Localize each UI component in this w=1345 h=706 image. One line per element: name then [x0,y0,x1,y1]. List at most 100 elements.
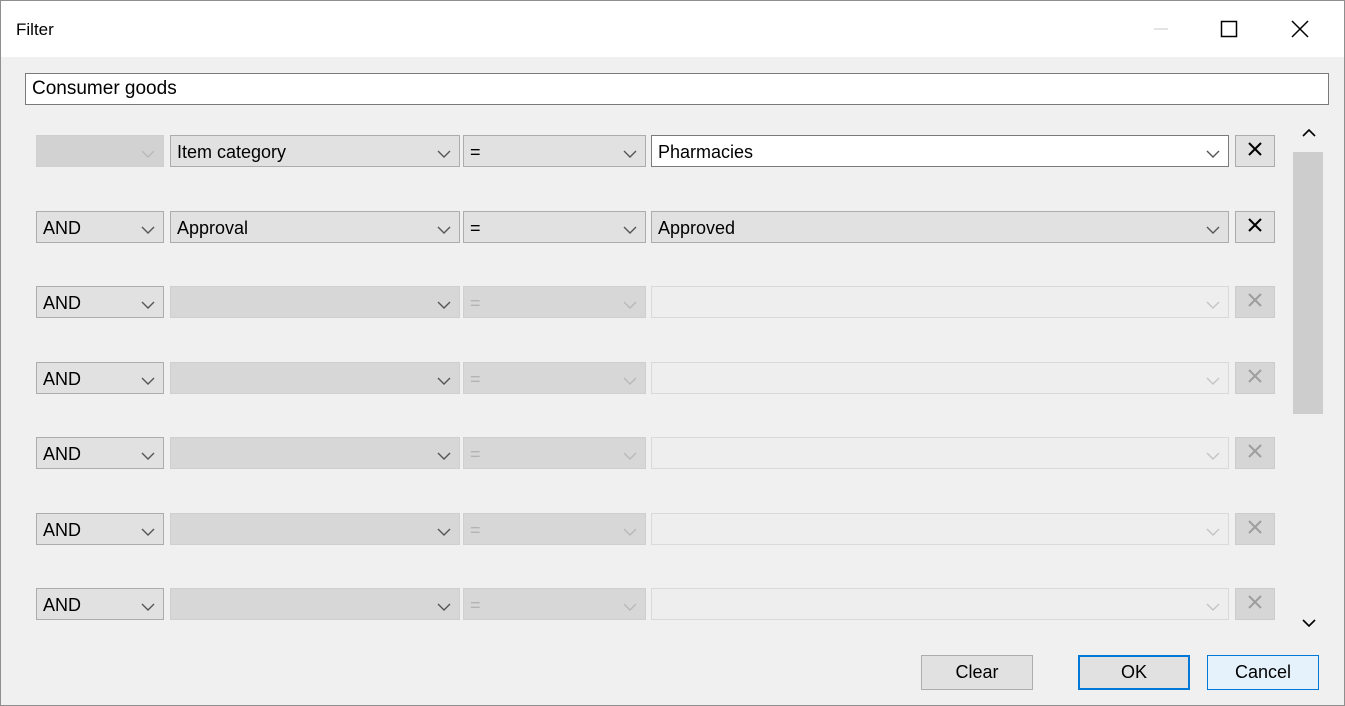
delete-x-icon [1247,368,1263,389]
row-delete-button [1235,513,1275,545]
delete-x-icon [1247,594,1263,615]
operator-value: = [470,293,481,313]
vertical-scrollbar[interactable] [1289,118,1329,638]
row-logic-select[interactable]: AND [36,362,164,394]
chevron-down-icon [437,373,451,391]
row-field-select[interactable] [170,362,460,394]
row-value-select [651,513,1229,545]
row-delete-button [1235,588,1275,620]
chevron-down-icon [623,146,637,164]
chevron-down-icon [1206,524,1220,542]
row-delete-button [1235,286,1275,318]
chevron-down-icon [141,222,155,240]
filter-name-input[interactable] [25,73,1329,105]
row-value-select [651,588,1229,620]
chevron-down-icon [437,599,451,617]
minimize-button [1132,1,1190,57]
row-field-select[interactable] [170,588,460,620]
delete-x-icon [1247,141,1263,162]
chevron-down-icon [437,524,451,542]
close-icon [1291,20,1309,38]
value-text: Approved [658,218,736,238]
field-value: Approval [177,218,249,238]
logic-value: AND [43,293,82,313]
scroll-up-button[interactable] [1289,118,1329,148]
operator-value: = [470,218,481,238]
row-value-select[interactable]: Approved [651,211,1229,243]
row-field-select[interactable] [170,286,460,318]
row-operator-select: = [463,588,646,620]
chevron-down-icon [437,146,451,164]
field-value: Item category [177,142,287,162]
maximize-icon [1220,20,1238,38]
chevron-down-icon [141,373,155,391]
chevron-down-icon [437,448,451,466]
logic-value: AND [43,218,82,238]
chevron-down-icon [623,524,637,542]
row-logic-select[interactable]: AND [36,588,164,620]
logic-value: AND [43,369,82,389]
row-delete-button [1235,362,1275,394]
maximize-button[interactable] [1200,1,1258,57]
chevron-down-icon [1206,448,1220,466]
row-logic-select[interactable]: AND [36,286,164,318]
scroll-thumb[interactable] [1293,152,1323,414]
chevron-down-icon [1302,619,1316,628]
row-delete-button [1235,437,1275,469]
chevron-down-icon [623,222,637,240]
chevron-down-icon [623,297,637,315]
row-value-select[interactable]: Pharmacies [651,135,1229,167]
row-field-select[interactable] [170,437,460,469]
chevron-down-icon [141,146,155,164]
row-operator-select: = [463,513,646,545]
scroll-down-button[interactable] [1289,608,1329,638]
delete-x-icon [1247,217,1263,238]
logic-value: AND [43,595,82,615]
row-field-select[interactable]: Item category [170,135,460,167]
row-delete-button[interactable] [1235,135,1275,167]
row-logic-select [36,135,164,167]
chevron-down-icon [141,524,155,542]
chevron-down-icon [141,297,155,315]
close-button[interactable] [1271,1,1329,57]
chevron-down-icon [141,448,155,466]
logic-value: AND [43,520,82,540]
minimize-icon [1154,28,1168,30]
window-title: Filter [16,20,54,39]
chevron-down-icon [623,373,637,391]
row-delete-button[interactable] [1235,211,1275,243]
row-field-select[interactable] [170,513,460,545]
row-operator-select[interactable]: = [463,211,646,243]
chevron-down-icon [1206,222,1220,240]
row-operator-select: = [463,437,646,469]
chevron-down-icon [623,448,637,466]
chevron-up-icon [1302,128,1316,137]
cancel-button[interactable]: Cancel [1207,655,1319,690]
title-bar: Filter [1,1,1344,57]
row-field-select[interactable]: Approval [170,211,460,243]
operator-value: = [470,142,481,162]
chevron-down-icon [141,599,155,617]
chevron-down-icon [623,599,637,617]
chevron-down-icon [1206,373,1220,391]
filter-dialog: Filter Item category = Pharmacies AND Approv… [0,0,1345,706]
row-logic-select[interactable]: AND [36,513,164,545]
row-value-select [651,437,1229,469]
delete-x-icon [1247,292,1263,313]
row-value-select [651,286,1229,318]
row-operator-select: = [463,286,646,318]
clear-button[interactable]: Clear [921,655,1033,690]
ok-button[interactable]: OK [1078,655,1190,690]
chevron-down-icon [437,222,451,240]
chevron-down-icon [1206,146,1220,164]
row-logic-select[interactable]: AND [36,211,164,243]
value-text: Pharmacies [658,142,754,162]
operator-value: = [470,520,481,540]
operator-value: = [470,444,481,464]
delete-x-icon [1247,443,1263,464]
row-value-select [651,362,1229,394]
delete-x-icon [1247,519,1263,540]
row-logic-select[interactable]: AND [36,437,164,469]
chevron-down-icon [437,297,451,315]
row-operator-select[interactable]: = [463,135,646,167]
